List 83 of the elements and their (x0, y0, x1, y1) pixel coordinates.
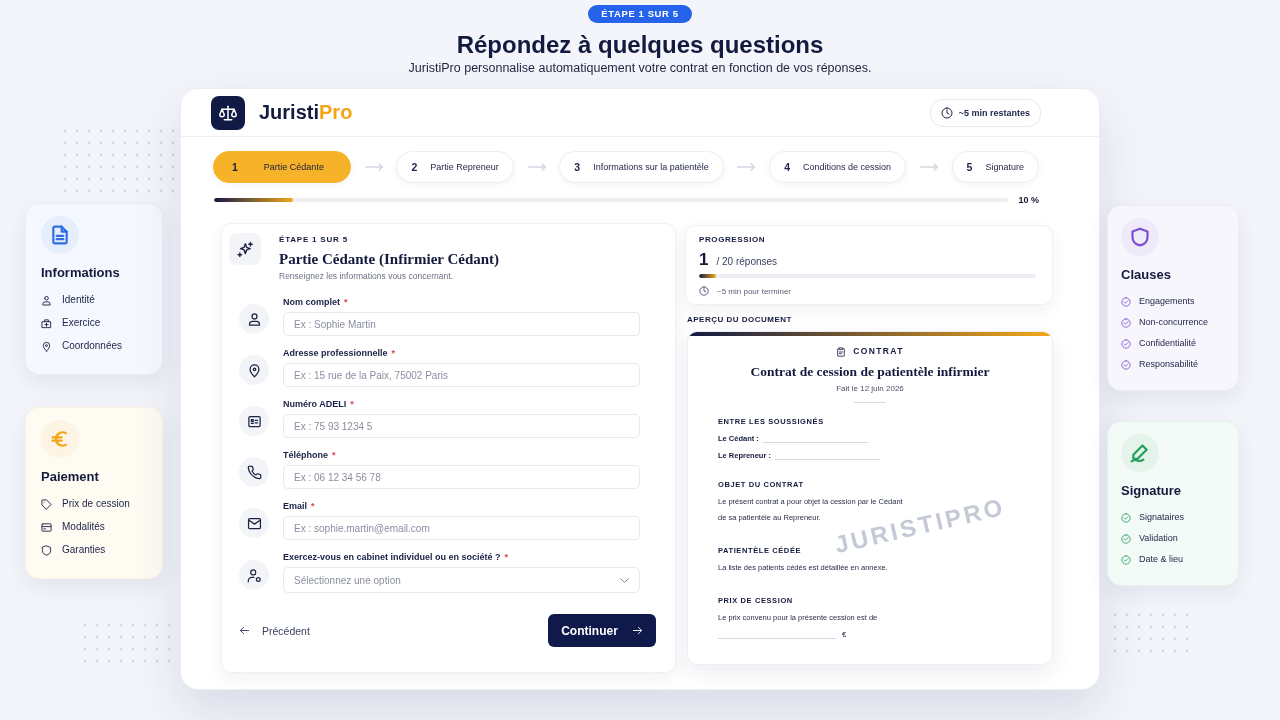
id-card-icon (239, 406, 269, 436)
feature-item: Exercice (62, 316, 101, 330)
form-title: Partie Cédante (Infirmier Cédant) (279, 250, 500, 268)
arrow-right-icon (737, 163, 756, 171)
clock-icon (699, 286, 709, 296)
clipboard-icon (836, 346, 847, 357)
check-circle-icon (1121, 512, 1131, 523)
location-pin-icon (41, 340, 52, 352)
chevron-down-icon (620, 577, 629, 583)
feature-item: Signataires (1139, 511, 1185, 524)
arrow-right-icon (631, 625, 643, 636)
step-tab[interactable]: 4 Conditions de cession (769, 151, 907, 183)
field-label: Nom complet * (283, 296, 349, 308)
eta-text: ~5 min pour terminer (717, 286, 792, 296)
feature-item: Garanties (62, 543, 106, 557)
mail-icon (239, 508, 269, 538)
person-icon (41, 294, 52, 306)
credit-card-icon (41, 521, 52, 533)
phone-icon (239, 457, 269, 487)
document-title: Contrat de cession de patientèle infirmier (749, 363, 991, 380)
step-eyebrow: ÉTAPE 1 SUR 5 (279, 235, 349, 245)
balance-scale-icon (211, 95, 245, 130)
field-label: Exercez-vous en cabinet individuel ou en société ? * (283, 551, 510, 563)
feature-item: Prix de cession (62, 497, 130, 511)
answer-total: / 20 réponses (716, 256, 778, 267)
people-icon (239, 560, 269, 590)
feature-item: Identité (62, 293, 95, 307)
step-tab[interactable]: 3 Informations sur la patientèle (559, 151, 724, 183)
check-circle-icon (1121, 533, 1131, 544)
feature-title: Paiement (41, 469, 100, 485)
feature-title: Clauses (1121, 267, 1172, 283)
feature-item: Date & lieu (1139, 553, 1184, 566)
arrow-right-icon (364, 163, 383, 171)
arrow-right-icon (919, 163, 938, 171)
feature-title: Informations (41, 265, 121, 281)
continue-button[interactable]: Continuer (548, 614, 656, 647)
field-label: Adresse professionnelle * (283, 347, 397, 359)
check-circle-icon (1121, 317, 1131, 328)
feature-item: Modalités (62, 520, 105, 534)
feature-item: Engagements (1139, 295, 1195, 308)
location-pin-icon (239, 355, 269, 385)
step-tab[interactable]: 1 Partie Cédante (213, 151, 351, 183)
check-circle-icon (1121, 359, 1131, 370)
medical-bag-icon (41, 317, 52, 329)
text-field[interactable]: Ex : 75 93 1234 5 (283, 414, 640, 438)
field-label: Téléphone * (283, 449, 337, 461)
feature-item: Confidentialité (1139, 337, 1197, 350)
time-remaining-text: ~5 min restantes (958, 107, 1030, 118)
check-circle-icon (1121, 554, 1131, 565)
shield-icon (41, 544, 52, 556)
step-badge: ÉTAPE 1 SUR 5 (588, 5, 692, 23)
check-circle-icon (1121, 296, 1131, 307)
feature-item: Non-concurrence (1139, 316, 1209, 329)
answer-count: 1 (699, 250, 709, 270)
check-circle-icon (1121, 338, 1131, 349)
progression-heading: PROGRESSION (699, 235, 767, 245)
document-date: Fait le 12 juin 2026 (835, 384, 905, 394)
step-tab[interactable]: 5 Signature (951, 151, 1039, 183)
person-icon (239, 304, 269, 334)
back-link[interactable]: Précédent (239, 624, 310, 637)
feature-item: Validation (1139, 532, 1178, 545)
arrow-left-icon (239, 625, 250, 636)
clock-icon (940, 106, 953, 119)
page-title: Répondez à quelques questions (456, 30, 824, 60)
feature-title: Signature (1121, 483, 1182, 499)
field-label: Numéro ADELI * (283, 398, 355, 410)
page-subtitle: JuristiPro personnalise automatiquement votre contrat en fonction de vos réponses. (408, 60, 872, 76)
progress-percent: 10 % (1018, 195, 1039, 205)
preview-heading: APERÇU DU DOCUMENT (687, 315, 793, 325)
text-field[interactable]: Ex : sophie.martin@email.com (283, 516, 640, 540)
feature-item: Coordonnées (62, 339, 123, 353)
text-field[interactable]: Ex : 15 rue de la Paix, 75002 Paris (283, 363, 640, 387)
sparkle-icon (229, 233, 261, 265)
arrow-right-icon (527, 163, 546, 171)
document-type: CONTRAT (853, 346, 904, 357)
feature-item: Responsabilité (1139, 358, 1199, 371)
tag-icon (41, 498, 52, 510)
field-label: Email * (283, 500, 316, 512)
text-field[interactable]: Ex : Sophie Martin (283, 312, 640, 336)
brand-name: JuristiPro (259, 101, 353, 124)
step-tab[interactable]: 2 Partie Repreneur (396, 151, 514, 183)
text-field[interactable]: Ex : 06 12 34 56 78 (283, 465, 640, 489)
form-subtitle: Renseignez les informations vous concernant. (279, 271, 454, 282)
